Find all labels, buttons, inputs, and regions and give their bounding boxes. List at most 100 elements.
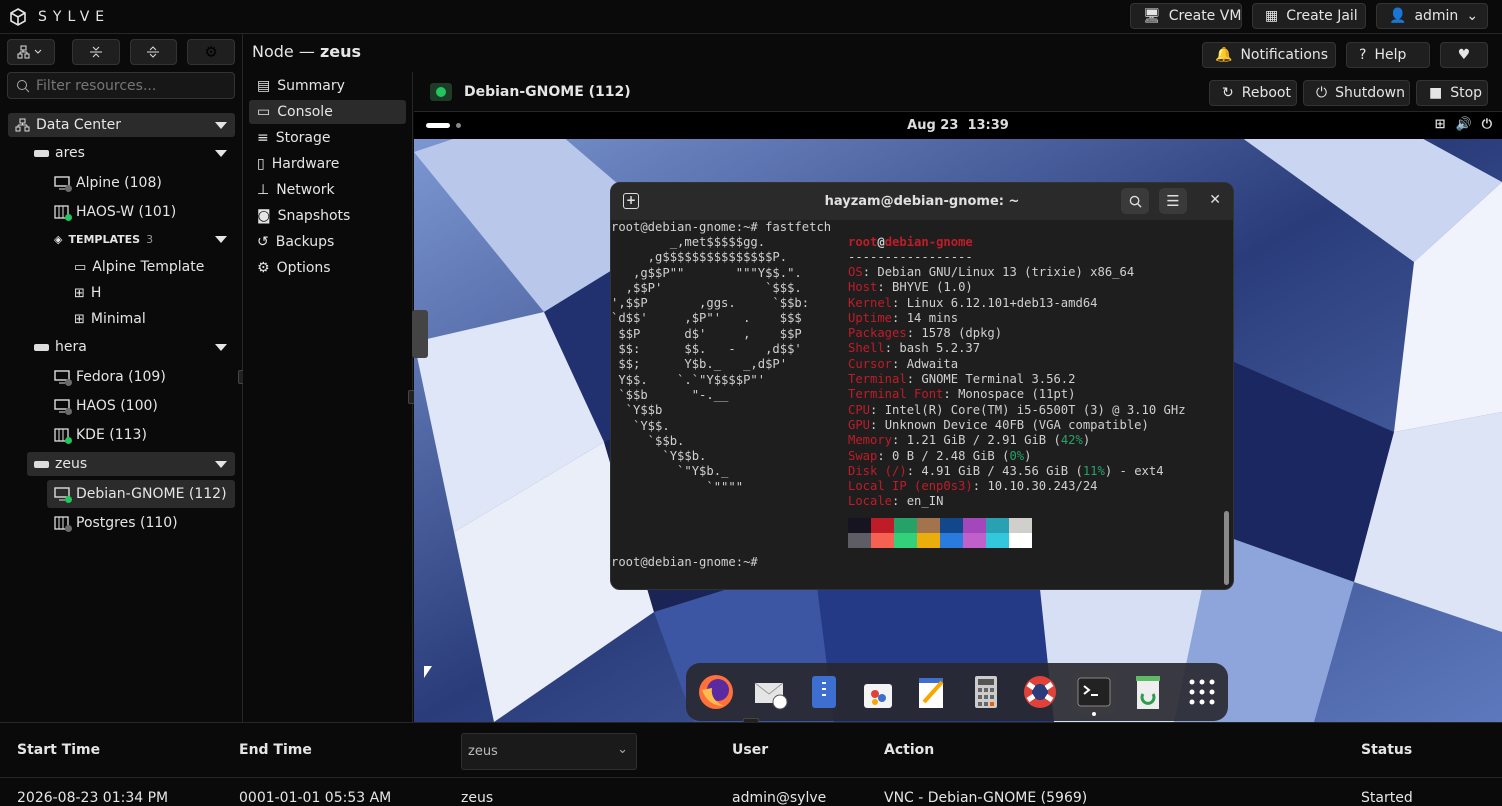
terminal-window[interactable]: + hayzam@debian-gnome: ~ ☰ ✕ root@debian…	[610, 182, 1234, 590]
fetch-host: debian-gnome	[884, 235, 973, 249]
col-user[interactable]: User	[732, 742, 768, 758]
close-icon[interactable]: ✕	[1209, 192, 1221, 208]
logo-line: `$$b.	[611, 433, 685, 448]
console-resize-handle[interactable]	[412, 310, 428, 358]
shutdown-button[interactable]: ⏻ Shutdown	[1303, 80, 1410, 106]
stop-button[interactable]: ■ Stop	[1416, 80, 1488, 106]
app-grid-icon[interactable]	[1180, 670, 1224, 714]
tree-datacenter[interactable]: Data Center	[8, 113, 235, 137]
settings-button[interactable]: ⚙	[187, 39, 235, 65]
chevron-down-icon	[215, 235, 227, 243]
col-status[interactable]: Status	[1361, 742, 1412, 758]
collapse-all-button[interactable]	[71, 39, 120, 65]
tree-node-hera[interactable]: hera	[27, 335, 235, 359]
tree-item-haos[interactable]: HAOS (100)	[54, 394, 235, 418]
system-tray[interactable]: ⊞ 🔊 ⏻	[1435, 117, 1492, 132]
node-filter-select[interactable]: zeus ⌄	[461, 733, 637, 770]
template-label: Minimal	[90, 311, 146, 327]
info-line: Packages: 1578 (dpkg)	[848, 326, 1186, 341]
help-icon[interactable]	[1018, 670, 1062, 714]
info-value: 14 mins	[906, 310, 959, 325]
color-swatch	[848, 533, 871, 548]
firefox-icon[interactable]	[694, 670, 738, 714]
nav-console[interactable]: ▭ Console	[249, 100, 406, 124]
mail-icon[interactable]	[748, 670, 792, 714]
col-action[interactable]: Action	[884, 742, 934, 758]
host-icon	[34, 460, 49, 468]
nav-network[interactable]: ⊥ Network	[249, 178, 406, 202]
user-icon: 👤	[1389, 8, 1407, 24]
tree-template-alpine[interactable]: ▭ Alpine Template	[74, 255, 235, 279]
software-icon[interactable]	[856, 670, 900, 714]
info-line: OS: Debian GNU/Linux 13 (trixie) x86_64	[848, 265, 1186, 280]
color-swatch	[986, 533, 1009, 548]
calculator-icon[interactable]	[964, 670, 1008, 714]
nav-label: Network	[276, 182, 335, 198]
chevron-down-icon: ⌄	[1466, 8, 1479, 24]
tree-template-minimal[interactable]: ⊞ Minimal	[74, 307, 235, 331]
template-monitor-icon: ▭	[74, 259, 87, 275]
text-editor-icon[interactable]	[910, 670, 954, 714]
notifications-button[interactable]: 🔔 Notifications	[1202, 42, 1336, 68]
reboot-button[interactable]: ↻ Reboot	[1209, 80, 1297, 106]
nav-label: Snapshots	[277, 208, 351, 224]
user-host: root@debian-gnome	[848, 235, 973, 250]
file-icon: ▤	[257, 78, 271, 94]
search-icon[interactable]	[1121, 188, 1149, 214]
color-swatch	[940, 533, 963, 548]
clock[interactable]: Aug 23 13:39	[907, 118, 1009, 133]
info-value: 0 B / 2.48 GiB (	[892, 448, 1010, 463]
tree-item-haos-w[interactable]: HAOS-W (101)	[54, 200, 235, 224]
tree-templates-group[interactable]: ◈ TEMPLATES 3	[54, 227, 235, 251]
color-swatch	[894, 518, 917, 533]
tree-node-zeus[interactable]: zeus	[27, 452, 235, 476]
files-icon[interactable]	[802, 670, 846, 714]
tree-item-debian-gnome[interactable]: Debian-GNOME (112)	[47, 480, 235, 508]
terminal-scrollbar[interactable]	[1224, 511, 1229, 585]
tree-item-alpine[interactable]: Alpine (108)	[54, 171, 235, 195]
favorite-button[interactable]: ♥	[1440, 42, 1488, 68]
info-value: 10.10.30.243/24	[987, 479, 1098, 494]
col-end-time[interactable]: End Time	[239, 742, 312, 758]
logo-line: `d$$' ,$P"' . $$$	[611, 311, 802, 326]
new-tab-icon[interactable]: +	[623, 193, 639, 209]
nav-options[interactable]: ⚙ Options	[249, 256, 406, 280]
history-icon: ↺	[257, 234, 269, 250]
info-colon: :	[892, 433, 907, 448]
trash-icon[interactable]	[1126, 670, 1170, 714]
vm-title: Debian-GNOME (112)	[464, 83, 631, 100]
menu-icon[interactable]: ☰	[1159, 188, 1187, 214]
tree-view-button[interactable]	[7, 39, 55, 65]
tree-node-ares[interactable]: ares	[27, 141, 235, 165]
tree-item-fedora[interactable]: Fedora (109)	[54, 365, 235, 389]
expand-all-button[interactable]	[129, 39, 178, 65]
terminal-icon[interactable]	[1072, 670, 1116, 714]
help-button[interactable]: ? Help	[1346, 42, 1430, 68]
tree-item-postgres[interactable]: Postgres (110)	[54, 511, 235, 535]
nav-snapshots[interactable]: ◙ Snapshots	[249, 204, 406, 228]
vnc-console[interactable]: Aug 23 13:39 ⊞ 🔊 ⏻ + hayzam@debian-gnome: …	[414, 112, 1502, 722]
create-vm-button[interactable]: 🖥 Create VM	[1130, 3, 1242, 29]
nav-storage[interactable]: ≡ Storage	[249, 126, 406, 150]
col-start-time[interactable]: Start Time	[17, 742, 100, 758]
logo-line: $$P d$' , $$P	[611, 326, 802, 341]
info-tail: )	[1024, 448, 1032, 463]
status-dot	[65, 437, 72, 444]
layers-icon: ◈	[54, 232, 63, 246]
workspace-indicator[interactable]	[426, 123, 450, 128]
color-swatch	[894, 533, 917, 548]
tree-item-kde[interactable]: KDE (113)	[54, 423, 235, 447]
user-menu-button[interactable]: 👤 admin ⌄	[1376, 3, 1488, 29]
nav-hardware[interactable]: ▯ Hardware	[249, 152, 406, 176]
nav-summary[interactable]: ▤ Summary	[249, 74, 406, 98]
tree-template-h[interactable]: ⊞ H	[74, 281, 235, 305]
stop-label: Stop	[1450, 85, 1483, 101]
info-colon: :	[892, 494, 907, 509]
logo-line: Y$$. `.`"Y$$$$P"'	[611, 372, 766, 387]
vm-label: Debian-GNOME (112)	[76, 486, 227, 502]
create-jail-button[interactable]: ▦ Create Jail	[1252, 3, 1366, 29]
info-colon: :	[906, 372, 922, 387]
nav-label: Options	[276, 260, 331, 276]
filter-input[interactable]	[36, 77, 226, 94]
nav-backups[interactable]: ↺ Backups	[249, 230, 406, 254]
